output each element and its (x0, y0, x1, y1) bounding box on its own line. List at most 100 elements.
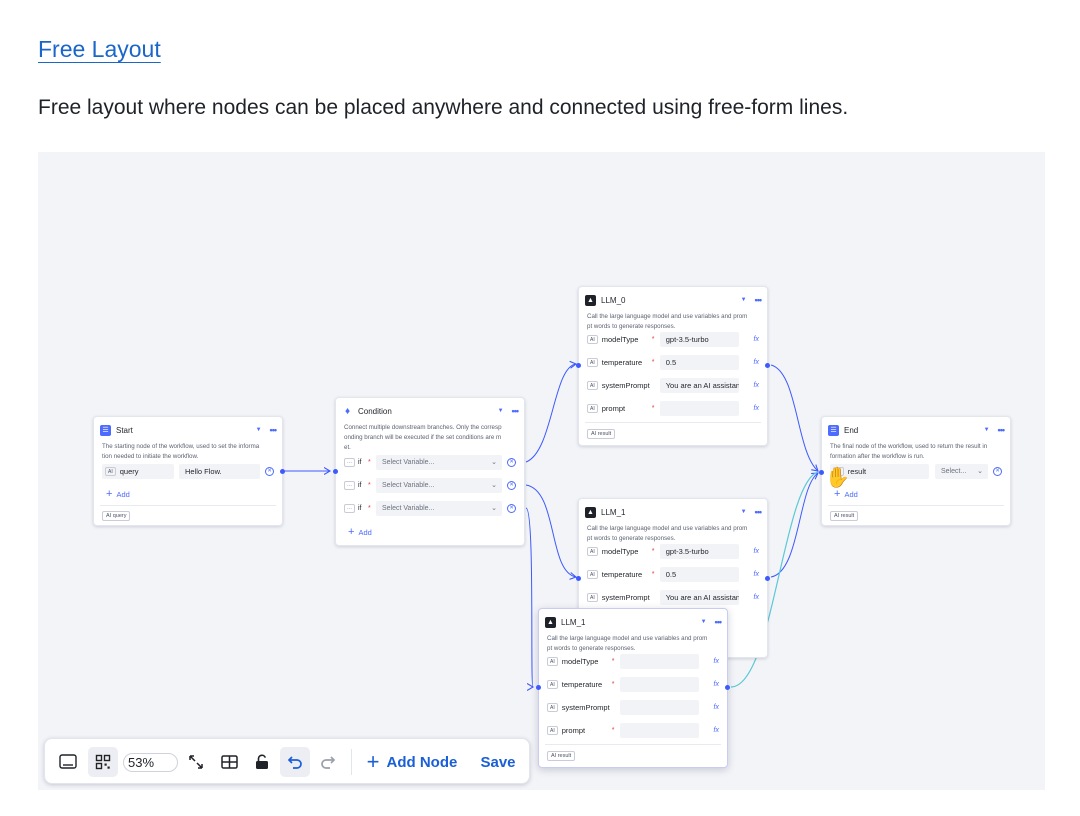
layout-button[interactable] (88, 747, 118, 777)
field-row: AI prompt * fx (547, 723, 719, 738)
node-description: Call the large language model and use va… (587, 525, 748, 542)
add-button[interactable]: + Add (834, 489, 858, 500)
branch-icon: ♦ (344, 405, 351, 417)
node-description: Call the large language model and use va… (547, 635, 708, 652)
fx-icon[interactable]: fx (739, 405, 759, 412)
auto-layout-button[interactable] (214, 747, 244, 777)
chevron-down-icon[interactable]: ▼ (701, 619, 707, 625)
zoom-level-input[interactable]: 53% (123, 753, 178, 772)
add-button[interactable]: + Add (106, 489, 130, 500)
redo-icon (321, 756, 336, 769)
fx-icon[interactable]: fx (739, 594, 759, 601)
variable-select[interactable]: Select Variable... ⌄ (376, 501, 502, 516)
field-row: AI temperature * 0.5 fx (587, 355, 759, 370)
chevron-down-icon: ⌄ (491, 482, 497, 489)
field-name-input[interactable]: AI query (102, 464, 174, 479)
end-icon: ☰ (828, 424, 839, 436)
edge-llm1a-end (770, 473, 818, 578)
more-icon[interactable]: ••• (755, 507, 763, 517)
node-llm-1-lower[interactable]: ▲ LLM_1 ▼ ••• Call the large language mo… (536, 608, 730, 768)
fx-icon[interactable]: fx (699, 704, 719, 711)
output-port[interactable] (725, 685, 730, 690)
more-icon[interactable]: ••• (998, 425, 1006, 435)
fx-icon[interactable]: fx (739, 548, 759, 555)
node-start[interactable]: ☰ Start ▼ ••• The starting node of the w… (93, 416, 285, 526)
fx-icon[interactable]: fx (739, 359, 759, 366)
lock-button[interactable] (247, 747, 277, 777)
system-prompt-input[interactable]: You are an AI assistant. (659, 378, 739, 393)
save-button[interactable]: Save (470, 747, 526, 777)
node-llm-0[interactable]: ▲ LLM_0 ▼ ••• Call the large language mo… (576, 286, 770, 446)
more-icon[interactable]: ••• (270, 425, 278, 435)
chevron-down-icon[interactable]: ▼ (741, 509, 747, 515)
field-row: AI systemPrompt You are an AI assistant. … (587, 378, 759, 393)
hand-cursor-icon: ✋ (825, 467, 850, 489)
fx-icon[interactable]: fx (739, 382, 759, 389)
chevron-down-icon: ⌄ (491, 459, 497, 466)
model-type-input[interactable] (619, 654, 699, 669)
prompt-input[interactable] (619, 723, 699, 738)
plus-icon: + (366, 749, 380, 774)
more-icon[interactable]: ••• (512, 406, 520, 416)
fit-view-button[interactable] (181, 747, 211, 777)
condition-row: ⋯ if * Select Variable... ⌄ ✕ (344, 455, 516, 470)
model-type-input[interactable]: gpt-3.5-turbo (659, 544, 739, 559)
output-port[interactable] (765, 576, 770, 581)
field-row: AI temperature * fx (547, 677, 719, 692)
temperature-input[interactable]: 0.5 (659, 567, 739, 582)
input-port[interactable] (536, 685, 541, 690)
chevron-down-icon[interactable]: ▼ (256, 427, 262, 433)
fx-icon[interactable]: fx (699, 727, 719, 734)
minimap-toggle-button[interactable] (53, 747, 83, 777)
input-port[interactable] (576, 576, 581, 581)
input-port[interactable] (333, 469, 338, 474)
node-condition[interactable]: ♦ Condition ▼ ••• Connect multiple downs… (333, 397, 525, 546)
edge-if3-llm1b (525, 507, 533, 687)
fx-icon[interactable]: fx (699, 658, 719, 665)
node-title: LLM_1 (561, 617, 586, 627)
system-prompt-input[interactable]: You are an AI assistant. (659, 590, 739, 605)
remove-icon[interactable]: ✕ (507, 458, 516, 467)
fx-icon[interactable]: fx (699, 681, 719, 688)
chevron-down-icon[interactable]: ▼ (498, 408, 504, 414)
canvas-toolbar: 53% + Add Node Save (44, 738, 530, 784)
input-port[interactable] (819, 470, 824, 475)
output-port[interactable] (280, 469, 285, 474)
add-button[interactable]: + Add (348, 527, 372, 538)
fx-icon[interactable]: fx (739, 336, 759, 343)
remove-icon[interactable]: ✕ (507, 504, 516, 513)
system-prompt-input[interactable] (619, 700, 699, 715)
field-row: AI modelType * fx (547, 654, 719, 669)
prompt-input[interactable] (659, 401, 739, 416)
remove-icon[interactable]: ✕ (265, 467, 274, 476)
flow-canvas[interactable]: ☰ Start ▼ ••• The starting node of the w… (38, 152, 1045, 790)
chevron-down-icon[interactable]: ▼ (984, 427, 990, 433)
more-icon[interactable]: ••• (715, 617, 723, 627)
field-value-input[interactable]: Hello Flow. (179, 464, 260, 479)
free-layout-link[interactable]: Free Layout (38, 36, 161, 63)
node-description: The final node of the workflow, used to … (830, 443, 988, 460)
variable-select[interactable]: Select Variable... ⌄ (376, 478, 502, 493)
undo-button[interactable] (280, 747, 310, 777)
temperature-input[interactable]: 0.5 (659, 355, 739, 370)
model-type-input[interactable]: gpt-3.5-turbo (659, 332, 739, 347)
node-title: Condition (358, 406, 392, 416)
output-tag: AI result (830, 511, 859, 521)
variable-select[interactable]: Select Variable... ⌄ (376, 455, 502, 470)
add-node-button[interactable]: + Add Node (359, 747, 465, 777)
remove-icon[interactable]: ✕ (993, 467, 1002, 476)
temperature-input[interactable] (619, 677, 699, 692)
grid-icon (95, 754, 111, 770)
output-port[interactable] (765, 363, 770, 368)
variable-select[interactable]: Select... ⌄ (935, 464, 988, 479)
more-icon[interactable]: ••• (755, 295, 763, 305)
chevron-down-icon[interactable]: ▼ (741, 297, 747, 303)
remove-icon[interactable]: ✕ (507, 481, 516, 490)
input-port[interactable] (576, 363, 581, 368)
field-row: AI systemPrompt fx (547, 700, 719, 715)
llm-icon: ▲ (585, 506, 596, 518)
chevron-down-icon: ⌄ (491, 505, 497, 512)
node-description: Call the large language model and use va… (587, 313, 748, 330)
redo-button[interactable] (313, 747, 343, 777)
fx-icon[interactable]: fx (739, 571, 759, 578)
